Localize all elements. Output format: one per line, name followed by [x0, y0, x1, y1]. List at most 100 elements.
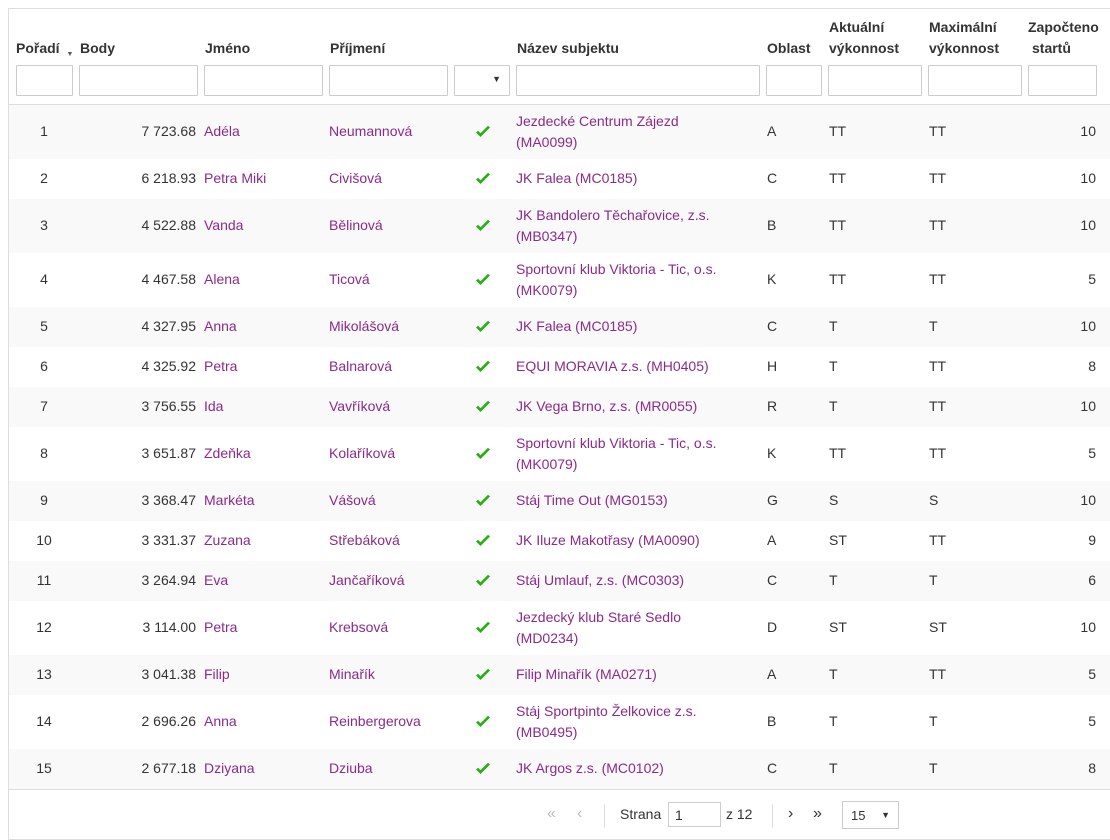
cell-subject[interactable]: Sportovní klub Viktoria - Tic, o.s. (MK00…: [516, 259, 717, 301]
cell-last-name[interactable]: Vavříková: [329, 396, 390, 417]
filter-status-select[interactable]: ▼: [454, 65, 510, 96]
table-row[interactable]: 6 4 325.92 Petra Balnarová EQUI MORAVIA z.s.…: [9, 347, 1110, 387]
table-row[interactable]: 9 3 368.47 Markéta Vášová Stáj Time Out (MG0…: [9, 481, 1110, 521]
cell-last-name[interactable]: Krebsová: [329, 617, 388, 638]
cell-last-name[interactable]: Dziuba: [329, 758, 373, 779]
header-oblast[interactable]: Oblast: [767, 38, 811, 59]
cell-first-name[interactable]: Petra: [204, 617, 237, 638]
cell-first-name[interactable]: Markéta: [204, 490, 255, 511]
cell-rank: 8: [40, 445, 48, 461]
cell-starts: 5: [1088, 713, 1096, 729]
cell-last-name[interactable]: Civišová: [329, 168, 382, 189]
cell-subject[interactable]: JK Bandolero Těchařovice, z.s. (MB0347): [516, 205, 710, 247]
cell-subject[interactable]: EQUI MORAVIA z.s. (MH0405): [516, 356, 709, 377]
cell-first-name[interactable]: Eva: [204, 570, 228, 591]
table-row[interactable]: 7 3 756.55 Ida Vavříková JK Vega Brno, z.s. …: [9, 387, 1110, 427]
cell-starts: 10: [1080, 398, 1096, 414]
cell-subject[interactable]: Jezdecké Centrum Zájezd (MA0099): [516, 111, 679, 153]
header-aktualni-vykonnost[interactable]: Aktuální výkonnost: [829, 17, 899, 59]
cell-last-name[interactable]: Střebáková: [329, 530, 400, 551]
cell-first-name[interactable]: Adéla: [204, 121, 240, 142]
check-icon: [476, 534, 490, 546]
header-body[interactable]: Body: [80, 38, 115, 59]
cell-last-name[interactable]: Minařík: [329, 664, 375, 685]
filter-poradi-input[interactable]: [16, 65, 73, 96]
cell-last-name[interactable]: Mikolášová: [329, 316, 399, 337]
cell-first-name[interactable]: Ida: [204, 396, 223, 417]
cell-first-name[interactable]: Anna: [204, 711, 237, 732]
cell-subject[interactable]: Stáj Time Out (MG0153): [516, 490, 668, 511]
cell-last-name[interactable]: Kolaříková: [329, 443, 395, 464]
table-row[interactable]: 14 2 696.26 Anna Reinbergerova Stáj Sportpin…: [9, 695, 1110, 749]
table-row[interactable]: 3 4 522.88 Vanda Bělinová JK Bandolero Těcha…: [9, 199, 1110, 253]
filter-aktualni-vykonnost-input[interactable]: [828, 65, 922, 96]
cell-subject[interactable]: JK Falea (MC0185): [516, 168, 637, 189]
cell-first-name[interactable]: Zuzana: [204, 530, 251, 551]
table-row[interactable]: 2 6 218.93 Petra Miki Civišová JK Falea (MC0…: [9, 159, 1110, 199]
filter-prijmeni-input[interactable]: [329, 65, 448, 96]
last-page-button[interactable]: »: [813, 804, 822, 824]
table-row[interactable]: 13 3 041.38 Filip Minařík Filip Minařík (MA0…: [9, 655, 1110, 695]
filter-zapocteno-startu-input[interactable]: [1028, 65, 1097, 96]
table-row[interactable]: 8 3 651.87 Zdeňka Kolaříková Sportovní klub …: [9, 427, 1110, 481]
filter-body-input[interactable]: [79, 65, 198, 96]
cell-first-name[interactable]: Filip: [204, 664, 230, 685]
check-icon: [476, 400, 490, 412]
prev-page-button[interactable]: ‹: [577, 804, 582, 824]
cell-first-name[interactable]: Anna: [204, 316, 237, 337]
header-prijmeni[interactable]: Příjmení: [330, 38, 385, 59]
cell-last-name[interactable]: Vášová: [329, 490, 376, 511]
cell-subject[interactable]: JK Falea (MC0185): [516, 316, 637, 337]
table-row[interactable]: 10 3 331.37 Zuzana Střebáková JK Iluze Makot…: [9, 521, 1110, 561]
check-icon: [476, 621, 490, 633]
cell-last-name[interactable]: Ticová: [329, 269, 370, 290]
filter-jmeno-input[interactable]: [204, 65, 323, 96]
cell-rank: 11: [36, 572, 52, 588]
cell-current-performance: T: [829, 318, 838, 334]
cell-subject[interactable]: Filip Minařík (MA0271): [516, 664, 657, 685]
table-row[interactable]: 4 4 467.58 Alena Ticová Sportovní klub Vikto…: [9, 253, 1110, 307]
cell-first-name[interactable]: Alena: [204, 269, 240, 290]
cell-starts: 6: [1088, 572, 1096, 588]
header-zapocteno-startu[interactable]: Započteno startů: [1028, 17, 1099, 59]
cell-last-name[interactable]: Jančaříková: [329, 570, 404, 591]
cell-last-name[interactable]: Reinbergerova: [329, 711, 421, 732]
page-size-select[interactable]: 15 ▼: [842, 801, 899, 829]
table-row[interactable]: 5 4 327.95 Anna Mikolášová JK Falea (MC0185)…: [9, 307, 1110, 347]
next-page-button[interactable]: ›: [788, 804, 793, 824]
cell-last-name[interactable]: Bělinová: [329, 215, 383, 236]
filter-nazev-subjektu-input[interactable]: [516, 65, 760, 96]
table-row[interactable]: 12 3 114.00 Petra Krebsová Jezdecký klub Sta…: [9, 601, 1110, 655]
filter-maximalni-vykonnost-input[interactable]: [928, 65, 1022, 96]
cell-subject[interactable]: JK Argos z.s. (MC0102): [516, 758, 664, 779]
table-row[interactable]: 15 2 677.18 Dziyana Dziuba JK Argos z.s. (MC…: [9, 749, 1110, 789]
cell-subject-line: Jezdecký klub Staré Sedlo: [516, 609, 681, 625]
header-poradi[interactable]: Pořadí ▼: [16, 38, 73, 62]
table-row[interactable]: 11 3 264.94 Eva Jančaříková Stáj Umlauf, z.s…: [9, 561, 1110, 601]
cell-subject-line: (MB0347): [516, 228, 578, 244]
first-page-button[interactable]: «: [547, 804, 556, 824]
cell-subject[interactable]: JK Vega Brno, z.s. (MR0055): [516, 396, 697, 417]
cell-first-name[interactable]: Dziyana: [204, 758, 255, 779]
cell-first-name[interactable]: Zdeňka: [204, 443, 251, 464]
cell-subject[interactable]: Sportovní klub Viktoria - Tic, o.s. (MK00…: [516, 433, 717, 475]
cell-current-performance: TT: [829, 170, 847, 186]
chevron-down-icon: ▼: [492, 74, 501, 84]
cell-subject[interactable]: JK Iluze Makotřasy (MA0090): [516, 530, 700, 551]
table-row[interactable]: 1 7 723.68 Adéla Neumannová Jezdecké Centrum…: [9, 105, 1110, 159]
cell-points: 3 264.94: [141, 572, 197, 588]
cell-first-name[interactable]: Petra Miki: [204, 168, 266, 189]
cell-last-name[interactable]: Balnarová: [329, 356, 392, 377]
header-maximalni-vykonnost[interactable]: Maximální výkonnost: [929, 17, 999, 59]
cell-subject[interactable]: Stáj Sportpinto Želkovice z.s. (MB0495): [516, 701, 697, 743]
header-poradi-label: Pořadí: [16, 40, 60, 56]
cell-subject[interactable]: Jezdecký klub Staré Sedlo (MD0234): [516, 607, 681, 649]
cell-first-name[interactable]: Petra: [204, 356, 237, 377]
cell-first-name[interactable]: Vanda: [204, 215, 243, 236]
header-nazev-subjektu[interactable]: Název subjektu: [517, 38, 619, 59]
cell-subject[interactable]: Stáj Umlauf, z.s. (MC0303): [516, 570, 684, 591]
cell-last-name[interactable]: Neumannová: [329, 121, 412, 142]
header-jmeno[interactable]: Jméno: [205, 38, 250, 59]
filter-oblast-input[interactable]: [766, 65, 822, 96]
page-number-input[interactable]: [668, 802, 721, 827]
